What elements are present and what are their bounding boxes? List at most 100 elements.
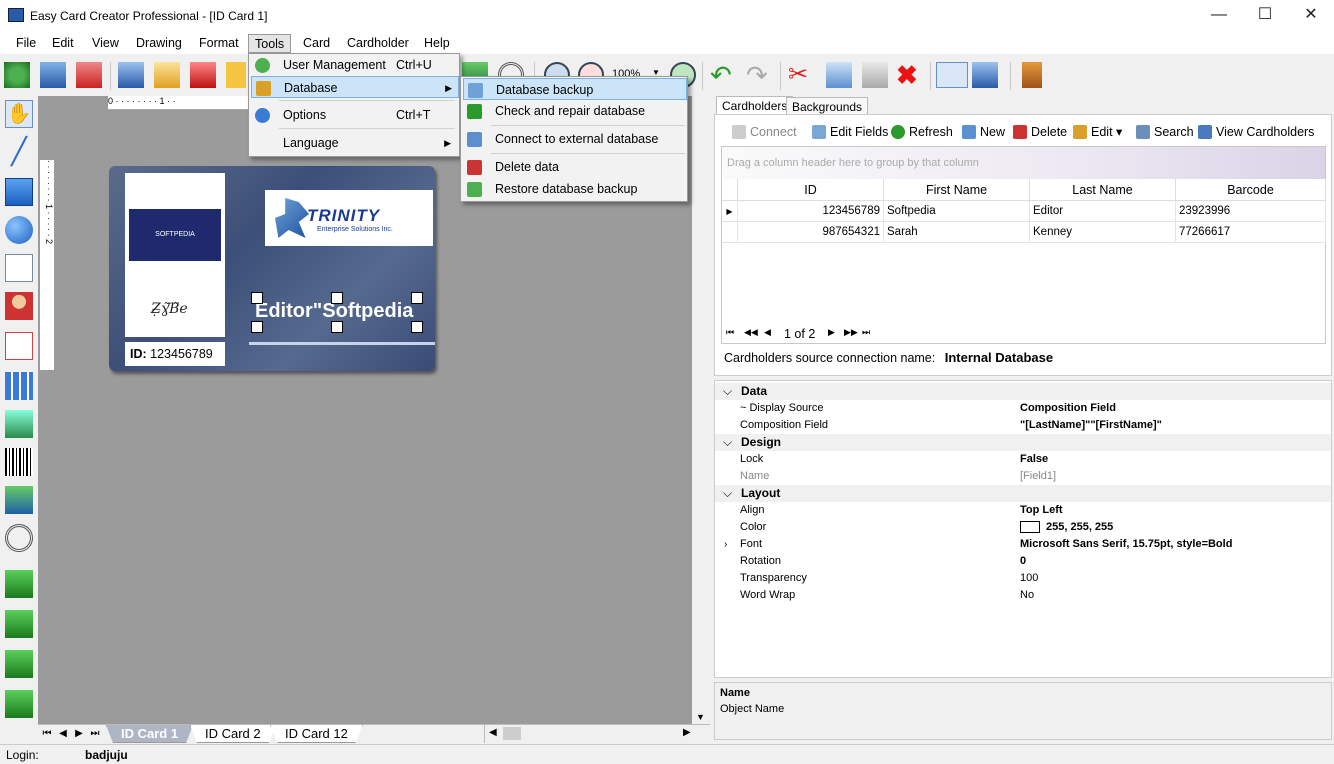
image-tool-icon[interactable] <box>5 410 33 438</box>
property-row[interactable]: Lock False <box>715 451 1331 468</box>
ellipse-tool-icon[interactable] <box>5 216 33 244</box>
menu-file[interactable]: File <box>10 34 42 53</box>
property-row[interactable]: ~ Display Source Composition Field <box>715 400 1331 417</box>
minimize-button[interactable]: — <box>1196 0 1242 32</box>
property-row[interactable]: Rotation 0 <box>715 553 1331 570</box>
align-bottom-icon[interactable] <box>5 690 33 718</box>
card-back-icon[interactable] <box>972 62 998 88</box>
horizontal-scrollbar[interactable]: ◀ ▶ <box>484 725 710 743</box>
menu-card[interactable]: Card <box>297 34 336 53</box>
menu-view[interactable]: View <box>86 34 125 53</box>
menu-item-connect-external[interactable]: Connect to external database <box>463 128 685 150</box>
new-card-icon[interactable] <box>4 62 30 88</box>
menu-item-language[interactable]: Language ▶ <box>251 132 457 154</box>
rectangle-tool-icon[interactable] <box>5 178 33 206</box>
prev-page-icon[interactable]: ◀ <box>764 327 771 338</box>
canvas-vertical-scrollbar[interactable]: ▼ <box>692 96 710 724</box>
menu-drawing[interactable]: Drawing <box>130 34 188 53</box>
next-page-group-icon[interactable]: ▶▶ <box>844 327 858 338</box>
cardholders-grid[interactable]: Drag a column header here to group by th… <box>721 146 1326 344</box>
table-cell[interactable]: Sarah <box>884 222 1030 243</box>
property-row[interactable]: Name [Field1] <box>715 468 1331 485</box>
id-box[interactable]: ID: 123456789 <box>125 342 225 366</box>
edit-button[interactable]: Edit ▾ <box>1073 123 1122 141</box>
resize-handle[interactable] <box>411 292 423 304</box>
menu-item-restore-backup[interactable]: Restore database backup <box>463 178 685 200</box>
close-button[interactable]: ✕ <box>1288 0 1334 32</box>
first-tab-icon[interactable]: ⏮ <box>40 727 54 741</box>
table-cell[interactable]: Softpedia <box>884 201 1030 222</box>
tab-id-card-1[interactable]: ID Card 1 <box>106 725 194 743</box>
add-layer-icon[interactable] <box>118 62 144 88</box>
exit-door-icon[interactable] <box>1022 62 1042 88</box>
resize-handle[interactable] <box>251 321 263 333</box>
view-cardholders-button[interactable]: View Cardholders <box>1198 123 1314 141</box>
maximize-button[interactable]: ☐ <box>1242 0 1288 32</box>
property-row[interactable]: Color 255, 255, 255 <box>715 519 1331 536</box>
menu-item-user-management[interactable]: User Management Ctrl+U <box>251 54 457 76</box>
menu-edit[interactable]: Edit <box>46 34 80 53</box>
paste-icon[interactable] <box>862 62 888 88</box>
table-cell[interactable]: 123456789 <box>738 201 884 222</box>
tab-backgrounds[interactable]: Backgrounds <box>786 97 869 115</box>
column-header-last-name[interactable]: Last Name <box>1030 179 1176 201</box>
property-row[interactable]: Composition Field "[LastName]""[FirstName… <box>715 417 1331 434</box>
photo-tool-icon[interactable] <box>5 292 33 320</box>
category-layout[interactable]: ⌵ Layout <box>715 485 1331 502</box>
menu-item-delete-data[interactable]: Delete data <box>463 156 685 178</box>
next-tab-icon[interactable]: ▶ <box>72 727 86 741</box>
cut-icon[interactable]: ✂ <box>788 62 814 88</box>
card-front-icon[interactable] <box>936 62 968 88</box>
resize-handle[interactable] <box>331 321 343 333</box>
menu-format[interactable]: Format <box>193 34 245 53</box>
category-design[interactable]: ⌵ Design <box>715 434 1331 451</box>
remove-layer-icon[interactable] <box>190 62 216 88</box>
table-cell[interactable]: Kenney <box>1030 222 1176 243</box>
property-row[interactable]: › Font Microsoft Sans Serif, 15.75pt, styl… <box>715 536 1331 553</box>
new-button[interactable]: New <box>962 123 1005 141</box>
prev-page-group-icon[interactable]: ◀◀ <box>744 327 758 338</box>
last-tab-icon[interactable]: ⏭ <box>88 727 102 741</box>
photo-frame[interactable]: SOFTPEDIA Ẓ̶ɣ̃Ɓ̃e <box>125 173 225 337</box>
barcode-tool-icon[interactable] <box>5 448 33 476</box>
menu-help[interactable]: Help <box>418 34 456 53</box>
resize-handle[interactable] <box>251 292 263 304</box>
column-header-id[interactable]: ID <box>738 179 884 201</box>
column-header-barcode[interactable]: Barcode <box>1176 179 1326 201</box>
tab-id-card-12[interactable]: ID Card 12 <box>270 725 363 743</box>
edit-fields-button[interactable]: Edit Fields <box>812 123 888 141</box>
fill-tool-icon[interactable] <box>5 486 33 514</box>
menu-tools[interactable]: Tools <box>248 34 292 53</box>
fingerprint-tool-icon[interactable] <box>5 524 33 552</box>
signature-tool-icon[interactable] <box>5 332 33 360</box>
prev-tab-icon[interactable]: ◀ <box>56 727 70 741</box>
table-tool-icon[interactable] <box>5 372 33 400</box>
align-top-icon[interactable] <box>5 650 33 678</box>
delete-card-icon[interactable] <box>76 62 102 88</box>
menu-item-options[interactable]: Options Ctrl+T <box>251 104 457 126</box>
table-cell[interactable]: 987654321 <box>738 222 884 243</box>
last-page-icon[interactable]: ⏭ <box>862 327 870 338</box>
open-folder-icon[interactable] <box>226 62 246 88</box>
menu-item-database[interactable]: Database ▶ <box>251 76 459 98</box>
copy-card-icon[interactable] <box>40 62 66 88</box>
resize-handle[interactable] <box>331 292 343 304</box>
menu-cardholder[interactable]: Cardholder <box>341 34 415 53</box>
company-logo[interactable]: TRINITY Enterprise Solutions Inc. <box>265 190 433 246</box>
property-row[interactable]: Transparency 100 <box>715 570 1331 587</box>
align-center-icon[interactable] <box>5 610 33 638</box>
text-tool-icon[interactable] <box>5 254 33 282</box>
edit-layer-icon[interactable] <box>154 62 180 88</box>
resize-handle[interactable] <box>411 321 423 333</box>
tab-id-card-2[interactable]: ID Card 2 <box>190 725 276 743</box>
first-page-icon[interactable]: ⏮ <box>726 327 734 338</box>
refresh-button[interactable]: Refresh <box>891 123 953 141</box>
category-data[interactable]: ⌵ Data <box>715 383 1331 400</box>
line-tool-icon[interactable]: ╱ <box>5 138 33 166</box>
search-button[interactable]: Search <box>1136 123 1194 141</box>
delete-icon[interactable]: ✖ <box>896 62 922 88</box>
tab-cardholders[interactable]: Cardholders <box>716 96 794 115</box>
align-left-icon[interactable] <box>5 570 33 598</box>
pointer-hand-icon[interactable]: ✋ <box>5 100 33 128</box>
table-cell[interactable]: 77266617 <box>1176 222 1326 243</box>
